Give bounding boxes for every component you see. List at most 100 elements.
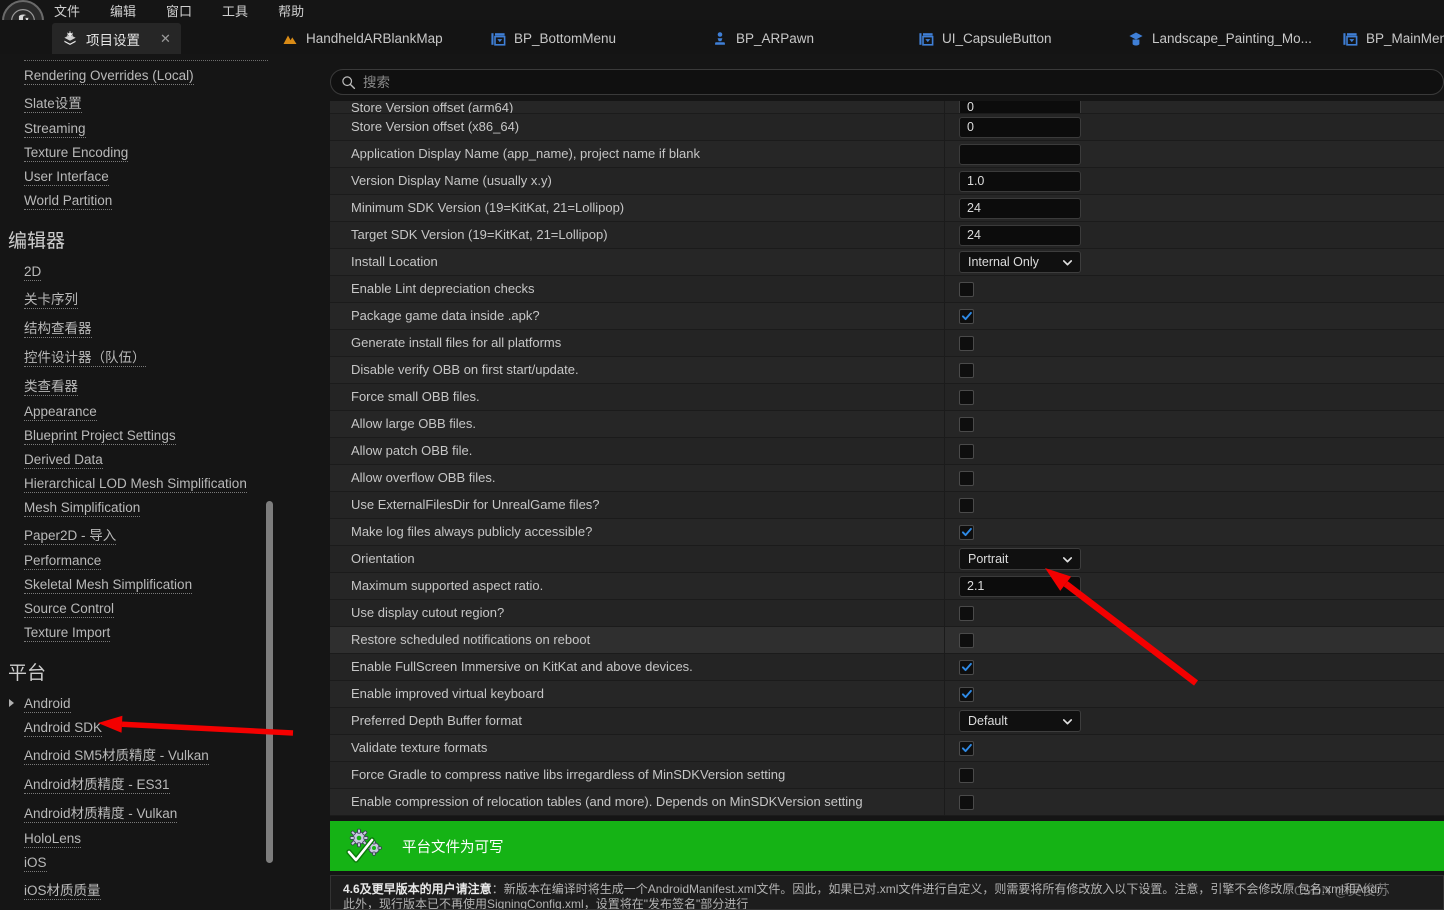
checkbox[interactable] — [959, 416, 974, 432]
sidebar-item-ios[interactable]: iOS材质质量 — [0, 874, 278, 903]
sidebar-item-deriveddata[interactable]: Derived Data — [0, 447, 278, 471]
dropdown-select[interactable]: Default — [959, 710, 1081, 732]
tab-ui_capsulebutton[interactable]: UI_CapsuleButton — [908, 23, 1062, 54]
sidebar-item-sourcecontrol[interactable]: Source Control — [0, 596, 278, 620]
android-manifest-note: 4.6及更早版本的用户请注意：新版本在编译时将生成一个AndroidManife… — [330, 875, 1444, 910]
checkbox[interactable] — [959, 632, 974, 648]
menu-item-5[interactable]: 帮助 — [276, 0, 306, 21]
sidebar-item-android[interactable]: Android — [0, 691, 278, 715]
checkbox[interactable] — [959, 335, 974, 351]
settings-row: Validate texture formats — [330, 735, 1444, 762]
checkbox[interactable] — [959, 389, 974, 405]
tab-handheldarblankmap[interactable]: HandheldARBlankMap — [272, 23, 453, 54]
tab-label: UI_CapsuleButton — [942, 31, 1052, 46]
tab-close-icon[interactable]: ✕ — [160, 31, 171, 47]
sidebar-clipped-divider — [24, 60, 268, 61]
dropdown-select[interactable]: Portrait — [959, 548, 1081, 570]
text-input[interactable]: 2.1 — [959, 575, 1081, 597]
sidebar-item-label: Texture Import — [24, 624, 111, 642]
pawn-blueprint-icon — [712, 31, 728, 47]
sidebar-item-paper2d[interactable]: Paper2D - 导入 — [0, 519, 278, 548]
sidebar-item-blueprintprojectsettings[interactable]: Blueprint Project Settings — [0, 423, 278, 447]
checkbox[interactable] — [959, 362, 974, 378]
sidebar-item-androidsm5vulkan[interactable]: Android SM5材质精度 - Vulkan — [0, 739, 278, 768]
sidebar-item-label: Paper2D - 导入 — [24, 527, 117, 545]
sidebar-item-androidsdk[interactable]: Android SDK — [0, 715, 278, 739]
text-input[interactable] — [959, 143, 1081, 165]
sidebar-item-appearance[interactable]: Appearance — [0, 399, 278, 423]
checkbox[interactable] — [959, 308, 974, 324]
sidebar-item-label: Source Control — [24, 600, 115, 618]
sidebar-item-streaming[interactable]: Streaming — [0, 116, 278, 140]
setting-label: Use ExternalFilesDir for UnrealGame file… — [330, 492, 945, 518]
sidebar-scrollbar-thumb[interactable] — [266, 501, 273, 863]
sidebar-item-androides31[interactable]: Android材质精度 - ES31 — [0, 768, 278, 797]
checkbox[interactable] — [959, 767, 974, 783]
sidebar-item-2d[interactable]: 2D — [0, 259, 278, 283]
menu-item-list: 文件 编辑 窗口 工具 帮助 — [52, 0, 306, 21]
text-input[interactable]: 0 — [959, 116, 1081, 138]
sidebar-item-meshsimplification[interactable]: Mesh Simplification — [0, 495, 278, 519]
checkbox[interactable] — [959, 497, 974, 513]
sidebar-item-textureencoding[interactable]: Texture Encoding — [0, 140, 278, 164]
sidebar-item-performance[interactable]: Performance — [0, 548, 278, 572]
tab-[interactable]: 项目设置 ✕ — [52, 23, 181, 54]
setting-label: Preferred Depth Buffer format — [330, 708, 945, 734]
sidebar-item-ios[interactable]: iOS — [0, 850, 278, 874]
text-input[interactable]: 0 — [959, 101, 1081, 113]
sidebar-item-[interactable]: 控件设计器（队伍） — [0, 341, 278, 370]
tab-bp_arpawn[interactable]: BP_ARPawn — [702, 23, 824, 54]
sidebar-item-textureimport[interactable]: Texture Import — [0, 620, 278, 644]
text-input[interactable]: 1.0 — [959, 170, 1081, 192]
sidebar-item-hierarchicallodmeshsimplification[interactable]: Hierarchical LOD Mesh Simplification — [0, 471, 278, 495]
sidebar-item-worldpartition[interactable]: World Partition — [0, 188, 278, 212]
sidebar-item-renderingoverrideslocal[interactable]: Rendering Overrides (Local) — [0, 63, 278, 87]
checkbox[interactable] — [959, 470, 974, 486]
menu-item-1[interactable]: 文件 — [52, 0, 82, 21]
setting-value-cell — [945, 762, 1444, 788]
checkbox[interactable] — [959, 524, 974, 540]
tab-bp_mainmenu[interactable]: BP_MainMenu — [1332, 23, 1444, 54]
setting-label: Force small OBB files. — [330, 384, 945, 410]
checkbox[interactable] — [959, 686, 974, 702]
checkbox[interactable] — [959, 281, 974, 297]
sidebar-item-hololens[interactable]: HoloLens — [0, 826, 278, 850]
expand-triangle-icon[interactable] — [9, 699, 14, 707]
tab-bp_bottommenu[interactable]: BP_BottomMenu — [480, 23, 626, 54]
sidebar-item-[interactable]: 类查看器 — [0, 370, 278, 399]
tab-label: 项目设置 — [86, 32, 140, 48]
settings-row: Allow large OBB files. — [330, 411, 1444, 438]
checkbox[interactable] — [959, 794, 974, 810]
checkbox[interactable] — [959, 659, 974, 675]
dropdown-select[interactable]: Internal Only — [959, 251, 1081, 273]
checkbox[interactable] — [959, 443, 974, 459]
settings-search-box[interactable] — [330, 69, 1444, 95]
setting-label: Application Display Name (app_name), pro… — [330, 141, 945, 167]
sidebar-item-skeletalmeshsimplification[interactable]: Skeletal Mesh Simplification — [0, 572, 278, 596]
sidebar-item-[interactable]: 关卡序列 — [0, 283, 278, 312]
material-icon — [1128, 31, 1144, 47]
level-map-icon — [282, 31, 298, 47]
settings-row-list: Store Version offset (arm64) 0 Store Versi… — [330, 101, 1444, 863]
settings-row: Enable Lint depreciation checks — [330, 276, 1444, 303]
tab-landscape_painting_mo[interactable]: Landscape_Painting_Mo... — [1118, 23, 1322, 54]
sidebar-item-label: Hierarchical LOD Mesh Simplification — [24, 475, 247, 493]
setting-value-cell: Internal Only — [945, 249, 1444, 275]
sidebar-item-androidvulkan[interactable]: Android材质精度 - Vulkan — [0, 797, 278, 826]
search-input[interactable] — [363, 74, 1433, 90]
checkbox[interactable] — [959, 740, 974, 756]
menu-item-2[interactable]: 编辑 — [108, 0, 138, 21]
checkbox[interactable] — [959, 605, 974, 621]
menu-item-3[interactable]: 窗口 — [164, 0, 194, 21]
settings-row: Version Display Name (usually x.y) 1.0 — [330, 168, 1444, 195]
sidebar-item-label: 结构查看器 — [24, 320, 92, 338]
setting-label: Enable Lint depreciation checks — [330, 276, 945, 302]
text-input[interactable]: 24 — [959, 197, 1081, 219]
sidebar-item-slate[interactable]: Slate设置 — [0, 87, 278, 116]
sidebar-item-userinterface[interactable]: User Interface — [0, 164, 278, 188]
menu-item-4[interactable]: 工具 — [220, 0, 250, 21]
settings-category-sidebar[interactable]: Rendering Overrides (Local) Slate设置 Stream… — [0, 58, 278, 910]
sidebar-item-label: 类查看器 — [24, 378, 78, 396]
sidebar-item-[interactable]: 结构查看器 — [0, 312, 278, 341]
text-input[interactable]: 24 — [959, 224, 1081, 246]
